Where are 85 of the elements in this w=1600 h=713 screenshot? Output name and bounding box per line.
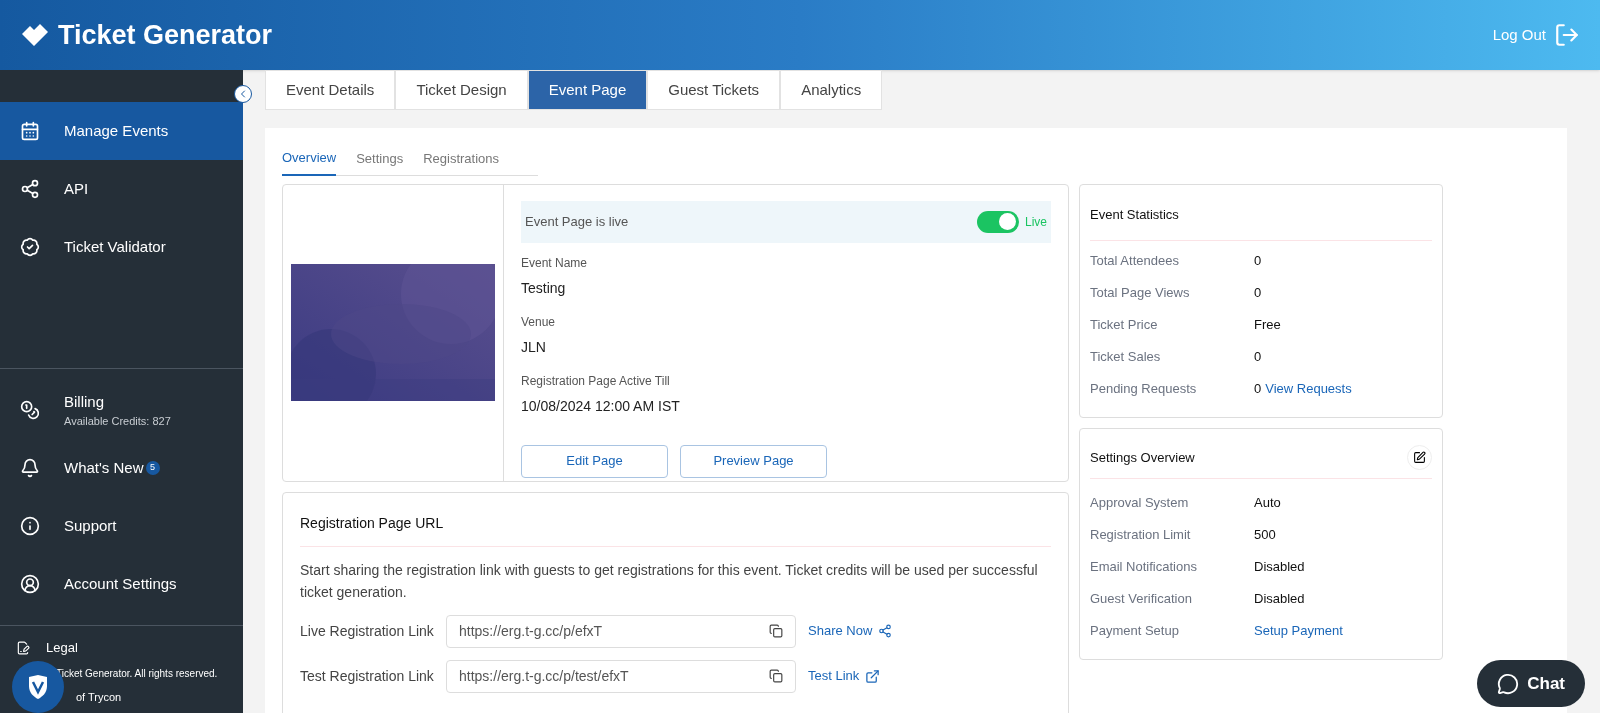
owner-text: of Trycon <box>75 689 123 705</box>
item-label: Support <box>64 515 117 536</box>
stat-label: Ticket Price <box>1090 316 1159 335</box>
sidebar-icon <box>20 574 40 594</box>
stat-value: Disabled <box>1254 558 1305 577</box>
legal-link[interactable]: Legal <box>46 638 78 658</box>
sidebar-icon <box>20 179 40 199</box>
url-field[interactable]: https://erg.t-g.cc/p/efxT <box>446 614 796 648</box>
card-title: Registration Page URL <box>300 512 1051 547</box>
chat-bubble-icon <box>1497 672 1520 695</box>
url-field[interactable]: https://erg.t-g.cc/p/test/efxT <box>446 659 796 693</box>
stat-value: 0 <box>1254 380 1262 399</box>
field-label: Registration Page Active Till <box>521 372 671 390</box>
stat-label: Total Page Views <box>1090 284 1191 303</box>
field-label: Venue <box>521 313 557 331</box>
credits-text: Available Credits: 827 <box>64 414 171 429</box>
sidebar-item[interactable]: Manage Events <box>0 102 243 160</box>
tab[interactable]: Event Details <box>265 70 396 110</box>
view-requests-link[interactable]: View Requests <box>1265 379 1352 399</box>
stat-value: 0 <box>1254 348 1262 367</box>
copy-icon[interactable] <box>769 669 783 683</box>
stat-label: Registration Limit <box>1090 526 1192 545</box>
stat-label: Pending Requests <box>1090 380 1198 399</box>
stat-value: 500 <box>1254 526 1276 545</box>
tab[interactable]: Analytics <box>780 70 883 110</box>
link-action[interactable]: Share Now <box>808 621 893 641</box>
legal-icon <box>16 640 30 655</box>
stat-value: 0 <box>1254 252 1262 271</box>
sidebar-icon <box>20 237 40 257</box>
stat-value: Disabled <box>1254 590 1305 609</box>
stat-value: Free <box>1254 316 1281 335</box>
tab[interactable]: Ticket Design <box>395 70 528 110</box>
external-link-icon <box>865 668 881 684</box>
sidebar-item[interactable]: Billing Available Credits: 827 <box>0 381 243 439</box>
field-value: 10/08/2024 12:00 AM IST <box>521 396 681 416</box>
card-title: Event Statistics <box>1090 204 1432 241</box>
chat-button[interactable]: Chat <box>1477 660 1585 707</box>
sidebar-item[interactable]: Ticket Validator <box>0 218 243 276</box>
stat-label: Payment Setup <box>1090 622 1180 641</box>
copy-icon[interactable] <box>769 624 783 638</box>
subtab[interactable]: Settings <box>356 148 404 175</box>
edit-icon <box>1413 451 1426 464</box>
stat-value: Auto <box>1254 494 1281 513</box>
tab[interactable]: Event Page <box>527 70 648 110</box>
count-badge: 5 <box>145 461 160 475</box>
item-label: Billing <box>64 391 105 412</box>
page-button[interactable]: Preview Page <box>680 444 827 478</box>
sidebar-icon <box>20 516 40 536</box>
stat-label: Guest Verification <box>1090 590 1193 609</box>
sidebar-icon <box>20 458 40 478</box>
shield-icon <box>27 674 49 700</box>
stat-value: 0 <box>1254 284 1262 303</box>
live-label: Live <box>1025 213 1047 231</box>
item-label: What's New <box>64 457 144 478</box>
link-label: Test Registration Link <box>300 666 434 686</box>
collapse-button[interactable] <box>234 85 252 103</box>
sidebar-icon <box>20 400 40 420</box>
live-toggle[interactable] <box>977 210 1019 233</box>
sidebar-item[interactable]: Support <box>0 497 243 555</box>
sidebar-item[interactable]: What's New 5 <box>0 439 243 497</box>
sidebar-item[interactable]: API <box>0 160 243 218</box>
link-action[interactable]: Test Link <box>808 666 881 686</box>
field-value: Testing <box>521 278 567 298</box>
description-text: Start sharing the registration link with guests to get registrations for this event. Ticket credits will be used per successful ticket generation. <box>300 560 1039 602</box>
stat-label: Total Attendees <box>1090 252 1180 271</box>
subtab[interactable]: Registrations <box>423 148 500 175</box>
tab[interactable]: Guest Tickets <box>647 70 781 110</box>
sidebar-icon <box>20 121 40 141</box>
stat-label: Ticket Sales <box>1090 348 1162 367</box>
item-label: Account Settings <box>64 573 177 594</box>
field-label: Event Name <box>521 254 589 272</box>
ticket-logo-icon <box>20 22 50 48</box>
sidebar-item[interactable]: Account Settings <box>0 555 243 613</box>
page-button[interactable]: Edit Page <box>521 444 668 478</box>
field-value: JLN <box>521 337 547 357</box>
status-text: Event Page is live <box>525 212 629 231</box>
stat-label: Approval System <box>1090 494 1190 513</box>
link-label: Live Registration Link <box>300 621 434 641</box>
logout-icon <box>1554 22 1580 48</box>
share-icon <box>878 624 893 638</box>
subtab[interactable]: Overview <box>282 148 337 176</box>
brand-name: Ticket Generator <box>58 18 273 52</box>
card-title: Settings Overview <box>1090 448 1195 467</box>
setup-link[interactable]: Setup Payment <box>1254 621 1343 641</box>
stat-label: Email Notifications <box>1090 558 1198 577</box>
